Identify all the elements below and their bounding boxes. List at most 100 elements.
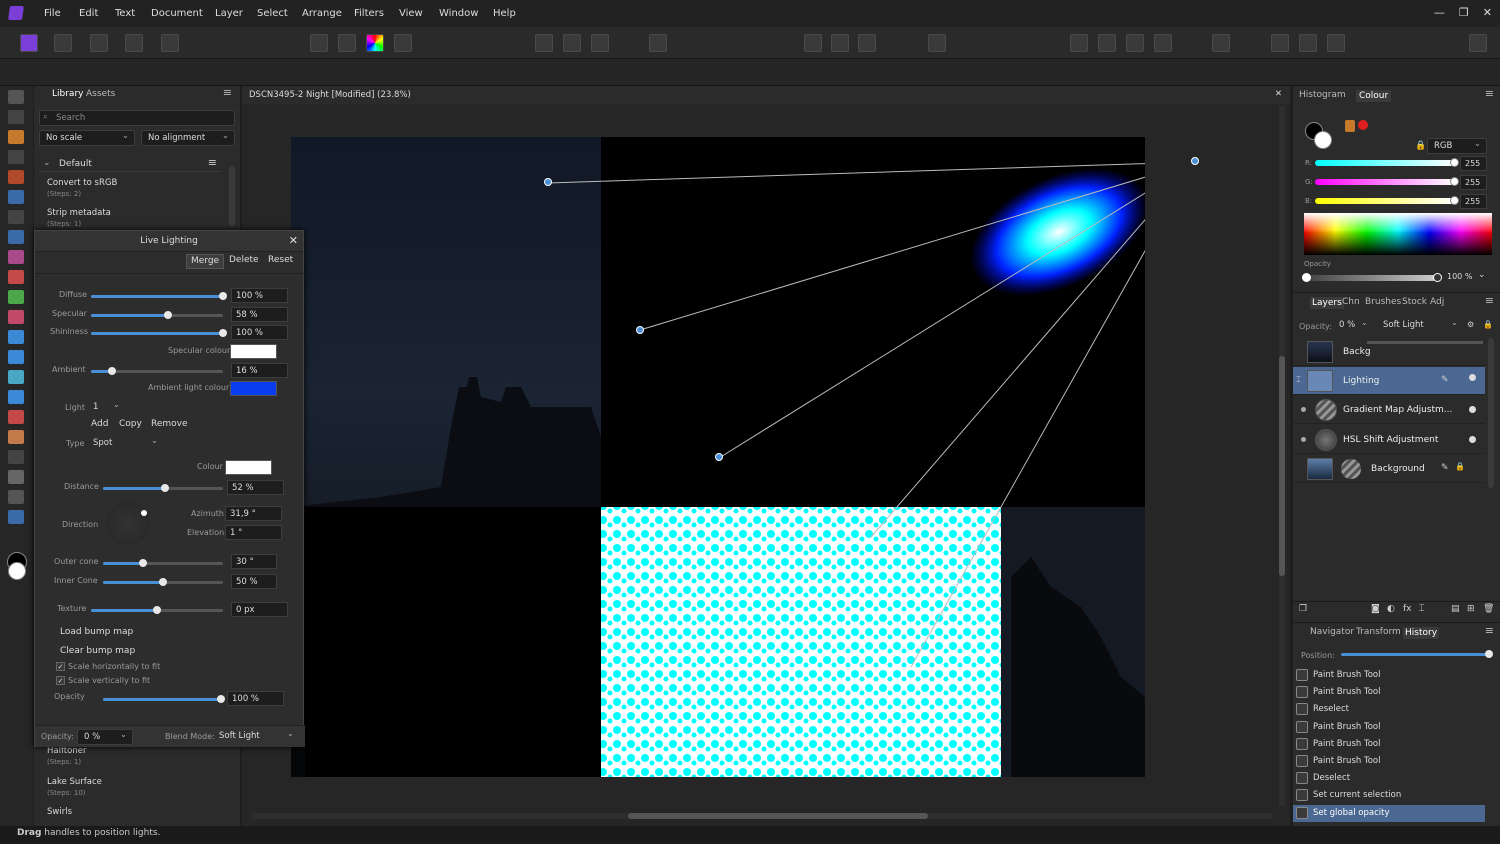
menu-help[interactable]: Help — [493, 8, 516, 19]
snapping-icon[interactable] — [858, 34, 876, 52]
texture-slider[interactable] — [91, 606, 223, 614]
visibility-icon[interactable] — [1469, 406, 1476, 413]
history-panel-menu-icon[interactable]: ≡ — [1485, 624, 1494, 637]
tab-transform[interactable]: Transform — [1356, 627, 1401, 637]
tone-mapping-persona-icon[interactable] — [125, 34, 143, 52]
tab-channels[interactable]: Chn — [1342, 297, 1360, 307]
select-all-icon[interactable] — [535, 34, 553, 52]
specular-colour-swatch[interactable] — [230, 344, 277, 359]
shininess-slider[interactable] — [91, 329, 227, 337]
blue-value[interactable]: 255 — [1460, 194, 1487, 209]
red-eye-icon[interactable] — [831, 34, 849, 52]
delete-layer-icon[interactable]: 🗑 — [1483, 604, 1494, 614]
adjustment-layer-icon[interactable]: ◐ — [1387, 604, 1395, 614]
menu-filters[interactable]: Filters — [354, 8, 384, 19]
blemish-tool-icon[interactable] — [8, 370, 24, 384]
tab-history[interactable]: History — [1403, 627, 1440, 639]
load-bump-map-button[interactable]: Load bump map — [56, 626, 137, 641]
layer-opacity-bar[interactable] — [1367, 341, 1483, 344]
clone-brush-icon[interactable] — [8, 350, 24, 364]
shininess-value[interactable]: 100 % — [231, 325, 288, 340]
erase-brush-icon[interactable] — [8, 310, 24, 324]
colour-picker-tool-icon[interactable] — [8, 130, 24, 144]
light-source-handle[interactable] — [1191, 157, 1199, 165]
direction-dial[interactable] — [106, 501, 150, 545]
layer-options-icon[interactable]: ❐ — [1299, 604, 1307, 614]
assistant-icon[interactable] — [928, 34, 946, 52]
mask-layer-icon[interactable]: ◙ — [1371, 604, 1380, 614]
library-scrollbar[interactable] — [229, 166, 235, 226]
gear-icon[interactable]: ⚙ — [1467, 320, 1474, 329]
vertical-scroll-thumb[interactable] — [1279, 356, 1285, 576]
layers-scrollbar[interactable] — [1488, 338, 1494, 488]
add-layer-icon[interactable]: ⊞ — [1467, 604, 1475, 614]
direction-dial-knob[interactable] — [141, 510, 147, 516]
layers-blend-dropdown[interactable]: Soft Light — [1377, 318, 1463, 334]
align-icon[interactable] — [1212, 34, 1230, 52]
close-window-icon[interactable]: ✕ — [1483, 6, 1492, 19]
texture-value[interactable]: 0 px — [231, 602, 288, 617]
menu-text[interactable]: Text — [115, 8, 135, 19]
paint-brush-icon[interactable] — [8, 270, 24, 284]
horizontal-scroll-thumb[interactable] — [628, 813, 928, 819]
horizontal-scrollbar[interactable] — [252, 813, 1272, 819]
history-item[interactable]: Set current selection — [1293, 787, 1485, 804]
layer-row[interactable]: Backg — [1293, 338, 1485, 366]
develop-persona-icon[interactable] — [90, 34, 108, 52]
liquify-persona-icon[interactable] — [54, 34, 72, 52]
layers-panel-menu-icon[interactable]: ≡ — [1485, 294, 1494, 307]
chevron-down-icon[interactable]: ⌄ — [1478, 270, 1486, 280]
crop-tool-icon[interactable] — [8, 150, 24, 164]
flood-fill-icon[interactable] — [8, 230, 24, 244]
light-opacity-slider[interactable] — [103, 695, 225, 703]
inner-cone-slider[interactable] — [103, 578, 223, 586]
scale-dropdown[interactable]: No scale — [39, 130, 135, 146]
tab-colour[interactable]: Colour — [1356, 90, 1392, 102]
library-search-input[interactable]: ⌕ Search — [39, 110, 235, 126]
group-icon[interactable]: ▤ — [1451, 604, 1460, 614]
layer-row[interactable]: ⌶ Lighting ✎ — [1293, 367, 1485, 395]
history-item[interactable]: Paint Brush Tool — [1293, 684, 1485, 701]
primary-colour-well[interactable] — [1314, 131, 1332, 149]
shape-tool-icon[interactable] — [8, 450, 24, 464]
slider-knob[interactable] — [1485, 650, 1493, 658]
light-index-dropdown[interactable]: 1 — [87, 400, 125, 416]
minimize-icon[interactable]: — — [1434, 6, 1445, 19]
selection-brush-icon[interactable] — [8, 170, 24, 184]
primary-colour-swatch[interactable] — [8, 562, 26, 580]
gradient-tool-icon[interactable] — [8, 250, 24, 264]
menu-document[interactable]: Document — [151, 8, 203, 19]
macro-item[interactable]: Swirls — [47, 807, 72, 817]
mesh-warp-icon[interactable] — [8, 490, 24, 504]
lock-icon[interactable]: 🔒 — [1483, 320, 1493, 329]
alignment-dropdown[interactable]: No alignment — [141, 130, 235, 146]
light-handle[interactable] — [544, 178, 552, 186]
add-light-button[interactable]: Add — [87, 418, 112, 433]
close-dialog-icon[interactable]: ✕ — [289, 234, 298, 247]
crop-icon[interactable] — [804, 34, 822, 52]
live-filter-icon[interactable]: fx — [1403, 604, 1412, 614]
lock-icon[interactable]: 🔒 — [1415, 141, 1426, 151]
auto-levels-icon[interactable] — [338, 34, 356, 52]
brush-icon[interactable]: ✎ — [1441, 375, 1449, 385]
scale-vertically-checkbox[interactable]: ✓ — [56, 676, 65, 685]
clear-bump-map-button[interactable]: Clear bump map — [56, 645, 139, 660]
boolean-intersect-icon[interactable] — [1327, 34, 1345, 52]
tab-assets[interactable]: Assets — [86, 89, 115, 99]
colour-model-dropdown[interactable]: RGB — [1427, 138, 1487, 154]
inner-cone-value[interactable]: 50 % — [231, 574, 277, 589]
menu-window[interactable]: Window — [439, 8, 478, 19]
user-icon[interactable] — [1469, 34, 1487, 52]
history-item[interactable]: Paint Brush Tool — [1293, 753, 1485, 770]
tab-adjustments[interactable]: Adj — [1430, 297, 1444, 307]
colour-spectrum[interactable] — [1304, 213, 1492, 255]
history-item[interactable]: Deselect — [1293, 770, 1485, 787]
export-persona-icon[interactable] — [161, 34, 179, 52]
category-header[interactable]: ⌄ Default ≡ — [39, 156, 221, 172]
auto-colour-icon[interactable] — [366, 34, 384, 52]
menu-arrange[interactable]: Arrange — [302, 8, 342, 19]
distance-slider[interactable] — [103, 484, 223, 492]
menu-layer[interactable]: Layer — [215, 8, 243, 19]
order-forward-icon[interactable] — [1098, 34, 1116, 52]
history-item[interactable]: Paint Brush Tool — [1293, 736, 1485, 753]
